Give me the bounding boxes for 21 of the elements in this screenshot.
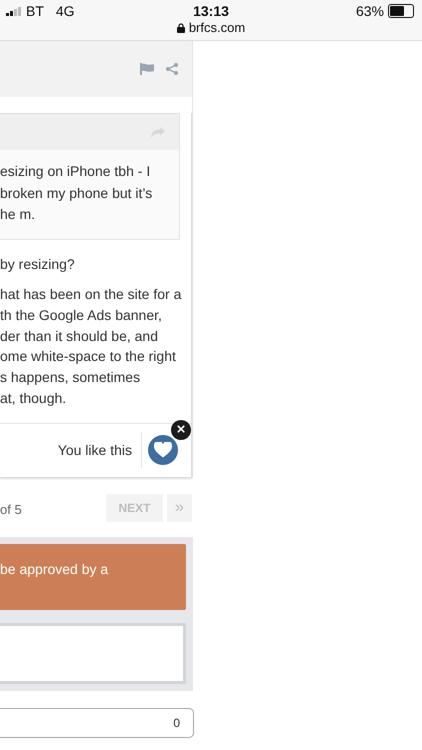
flag-icon[interactable] bbox=[140, 63, 154, 75]
share-icon[interactable] bbox=[166, 63, 178, 75]
clock-time: 13:13 bbox=[193, 3, 229, 19]
network-type: 4G bbox=[56, 3, 75, 19]
post-text: by resizing? bbox=[0, 254, 76, 274]
battery-percent: 63% bbox=[356, 3, 384, 19]
heart-icon bbox=[154, 442, 172, 458]
page-url[interactable]: brfcs.com bbox=[188, 20, 246, 35]
post-text: hat has been on the site for a th the Google Ads banner, der than it should be, and ome white-space to the right s happens, sometimes at, though. bbox=[0, 285, 182, 408]
reply-input[interactable] bbox=[0, 622, 186, 684]
lock-icon bbox=[176, 22, 185, 32]
like-button[interactable] bbox=[148, 435, 178, 466]
page-count: of 5 bbox=[0, 501, 23, 518]
signal-icon bbox=[6, 6, 22, 16]
carrier-name: BT bbox=[26, 3, 44, 19]
battery-icon bbox=[388, 4, 414, 18]
close-button[interactable]: × bbox=[171, 420, 191, 440]
like-status: You like this bbox=[58, 442, 132, 458]
quote-text: esizing on iPhone tbh - I broken my phone but it’s he m. bbox=[0, 162, 154, 224]
count-field[interactable]: 0 bbox=[0, 708, 194, 738]
approval-notice: be approved by a bbox=[0, 544, 186, 610]
